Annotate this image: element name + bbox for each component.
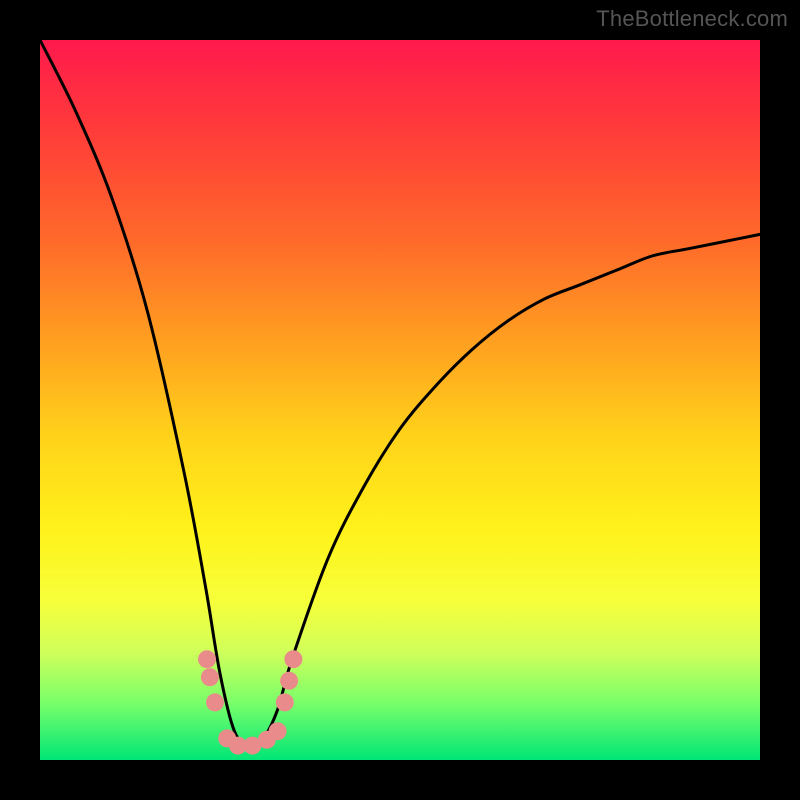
curve-svg [40,40,760,760]
watermark-text: TheBottleneck.com [596,6,788,32]
data-marker [280,672,298,690]
marker-group [198,650,302,754]
data-marker [269,722,287,740]
bottleneck-curve [40,40,760,746]
data-marker [206,693,224,711]
data-marker [198,650,216,668]
plot-area [40,40,760,760]
data-marker [201,668,219,686]
data-marker [276,693,294,711]
chart-frame: TheBottleneck.com [0,0,800,800]
data-marker [284,650,302,668]
